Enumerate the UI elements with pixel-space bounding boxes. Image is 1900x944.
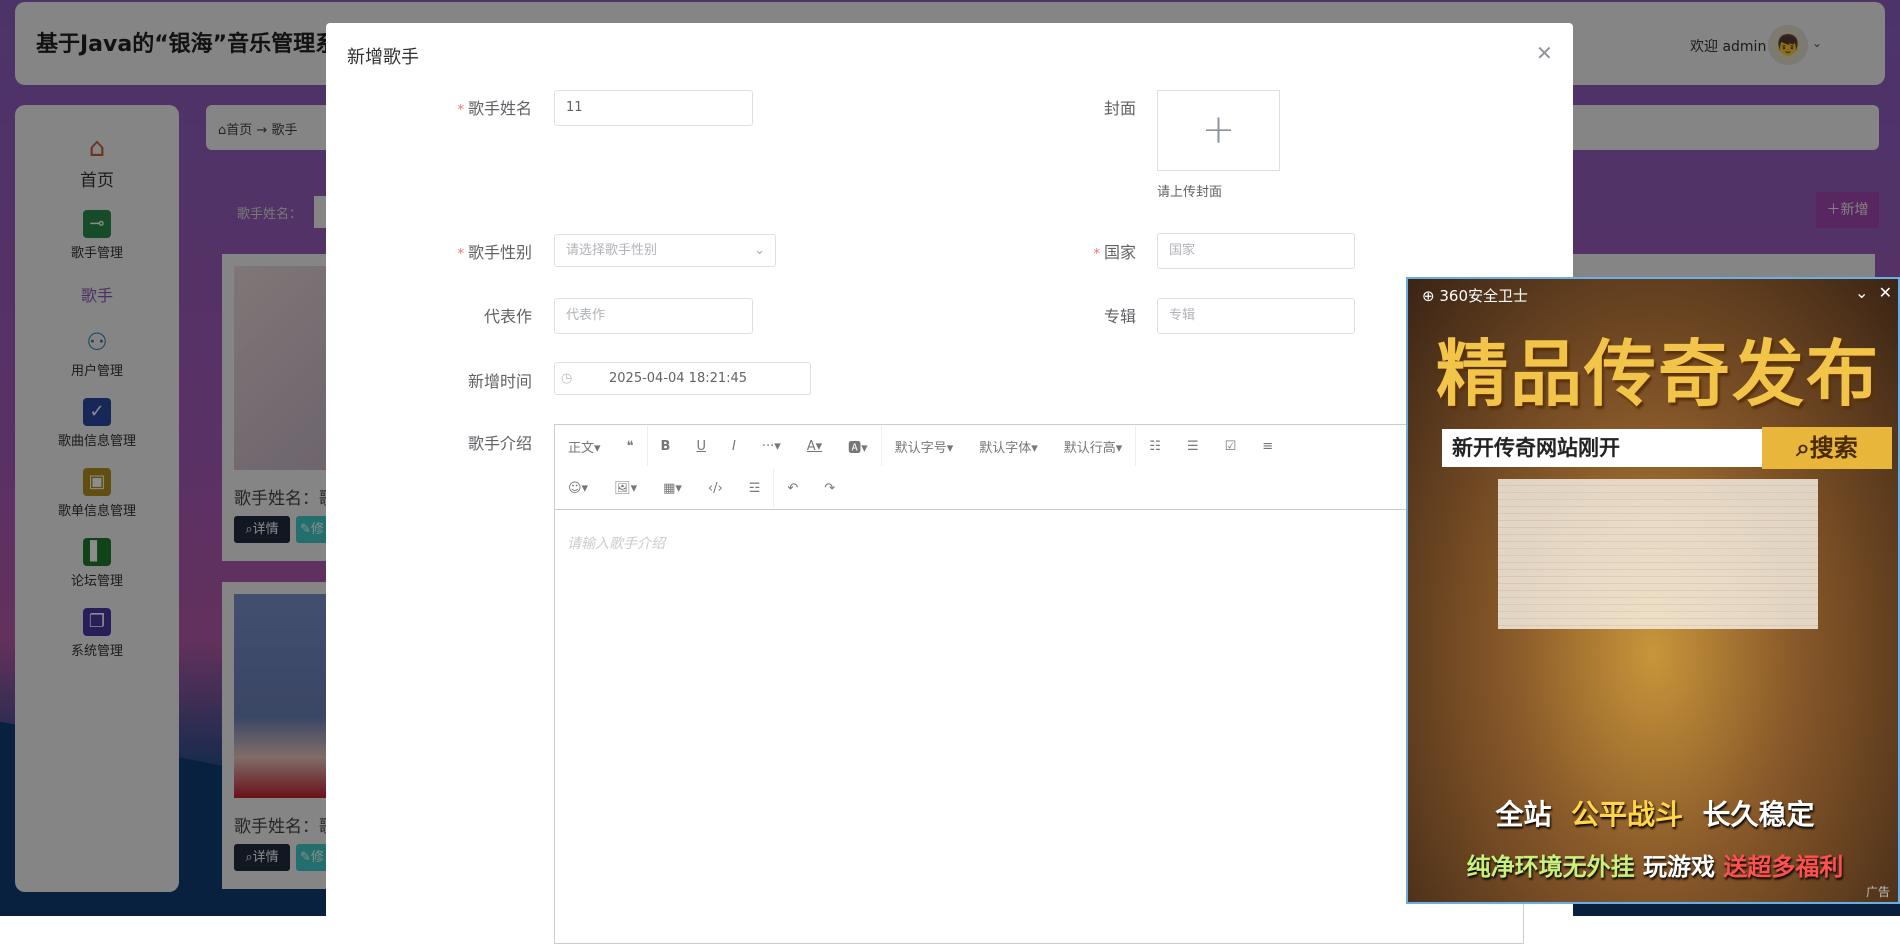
bold-icon[interactable]: B <box>648 439 684 454</box>
ad-line-1: 全站 公平战斗 长久稳定 <box>1495 798 1815 831</box>
singer-name-input[interactable]: 11 <box>554 90 753 126</box>
font-size-dropdown[interactable]: 默认字号▾ <box>882 437 967 456</box>
editor-toolbar-row-1: 正文▾ ❝ B U I ···▾ A▾ 🅰▾ 默认字号▾ 默认字体▾ 默认行高▾… <box>555 425 1286 467</box>
bullet-list-icon[interactable]: ☷ <box>1136 439 1174 454</box>
ad-search-box[interactable]: 新开传奇网站刚开 <box>1442 429 1762 467</box>
cover-hint: 请上传封面 <box>1157 185 1223 200</box>
redo-icon[interactable]: ↷ <box>811 481 848 496</box>
country-label: * 国家 <box>1093 243 1136 262</box>
gender-select[interactable]: 请选择歌手性别 ⌄ <box>554 234 776 267</box>
ad-brand: 360安全卫士 <box>1439 287 1528 305</box>
align-icon[interactable]: ≡ <box>1249 439 1286 454</box>
clock-icon: ◷ <box>561 371 573 386</box>
cover-upload[interactable]: + <box>1157 90 1280 171</box>
chevron-down-icon: ⌄ <box>754 243 765 258</box>
table-icon[interactable]: ▦▾ <box>650 481 695 496</box>
ad-tag: 广告 <box>1865 885 1890 899</box>
todo-icon[interactable]: ☑ <box>1212 439 1250 454</box>
editor-placeholder[interactable]: 请输入歌手介绍 <box>567 533 665 553</box>
name-label: * 歌手姓名 <box>457 99 532 118</box>
line-height-dropdown[interactable]: 默认行高▾ <box>1051 437 1136 456</box>
minimize-icon[interactable]: ⌄ <box>1855 283 1868 302</box>
underline-icon[interactable]: U <box>683 439 719 454</box>
image-icon[interactable]: 🖼▾ <box>601 481 650 496</box>
emoji-icon[interactable]: ☺▾ <box>555 481 601 496</box>
360-logo-icon: ⊕ <box>1422 287 1435 305</box>
works-label: 代表作 <box>483 307 532 326</box>
editor-toolbar-row-2: ☺▾ 🖼▾ ▦▾ ‹/› ☲ ↶ ↷ <box>555 467 848 509</box>
cover-label: 封面 <box>1103 99 1136 118</box>
rich-text-editor: 正文▾ ❝ B U I ···▾ A▾ 🅰▾ 默认字号▾ 默认字体▾ 默认行高▾… <box>554 424 1525 944</box>
album-input[interactable]: 专辑 <box>1157 298 1355 334</box>
close-icon[interactable]: ✕ <box>1879 283 1892 302</box>
intro-label: 歌手介绍 <box>467 434 532 453</box>
font-family-dropdown[interactable]: 默认字体▾ <box>966 437 1051 456</box>
time-picker[interactable]: ◷ 2025-04-04 18:21:45 <box>554 362 811 395</box>
ad-title: 精品传奇发布 <box>1435 331 1880 416</box>
ad-popup[interactable]: ⊕ 360安全卫士 ⌄ ✕ 精品传奇发布 新开传奇网站刚开 ⌕搜索 全站 公平战… <box>1406 277 1900 904</box>
close-icon[interactable]: ✕ <box>1536 41 1553 65</box>
code-icon[interactable]: ‹/› <box>695 481 736 496</box>
more-icon[interactable]: ···▾ <box>749 439 794 454</box>
italic-icon[interactable]: I <box>719 439 749 454</box>
font-color-icon[interactable]: A▾ <box>794 439 835 454</box>
album-label: 专辑 <box>1103 307 1136 326</box>
divider-icon[interactable]: ☲ <box>736 481 774 496</box>
background-color-icon[interactable]: 🅰▾ <box>835 437 881 456</box>
ad-search-button[interactable]: ⌕搜索 <box>1762 427 1892 469</box>
gender-label: * 歌手性别 <box>457 243 532 262</box>
plus-icon: + <box>1201 107 1236 153</box>
dialog-title: 新增歌手 <box>347 47 419 68</box>
numbered-list-icon[interactable]: ☰ <box>1174 439 1212 454</box>
add-singer-dialog: 新增歌手 ✕ * 歌手姓名 11 封面 + 请上传封面 * 歌手性别 请选择歌手性别… <box>326 23 1573 944</box>
quote-icon[interactable]: ❝ <box>614 439 647 454</box>
heading-dropdown[interactable]: 正文▾ <box>555 437 614 456</box>
ad-table-image <box>1498 479 1818 629</box>
search-icon: ⌕ <box>1796 434 1810 462</box>
ad-line-2: 纯净环境无外挂 玩游戏 送超多福利 <box>1466 853 1844 881</box>
time-label: 新增时间 <box>467 372 532 391</box>
country-input[interactable]: 国家 <box>1157 233 1355 269</box>
works-input[interactable]: 代表作 <box>554 298 753 334</box>
undo-icon[interactable]: ↶ <box>774 481 811 496</box>
